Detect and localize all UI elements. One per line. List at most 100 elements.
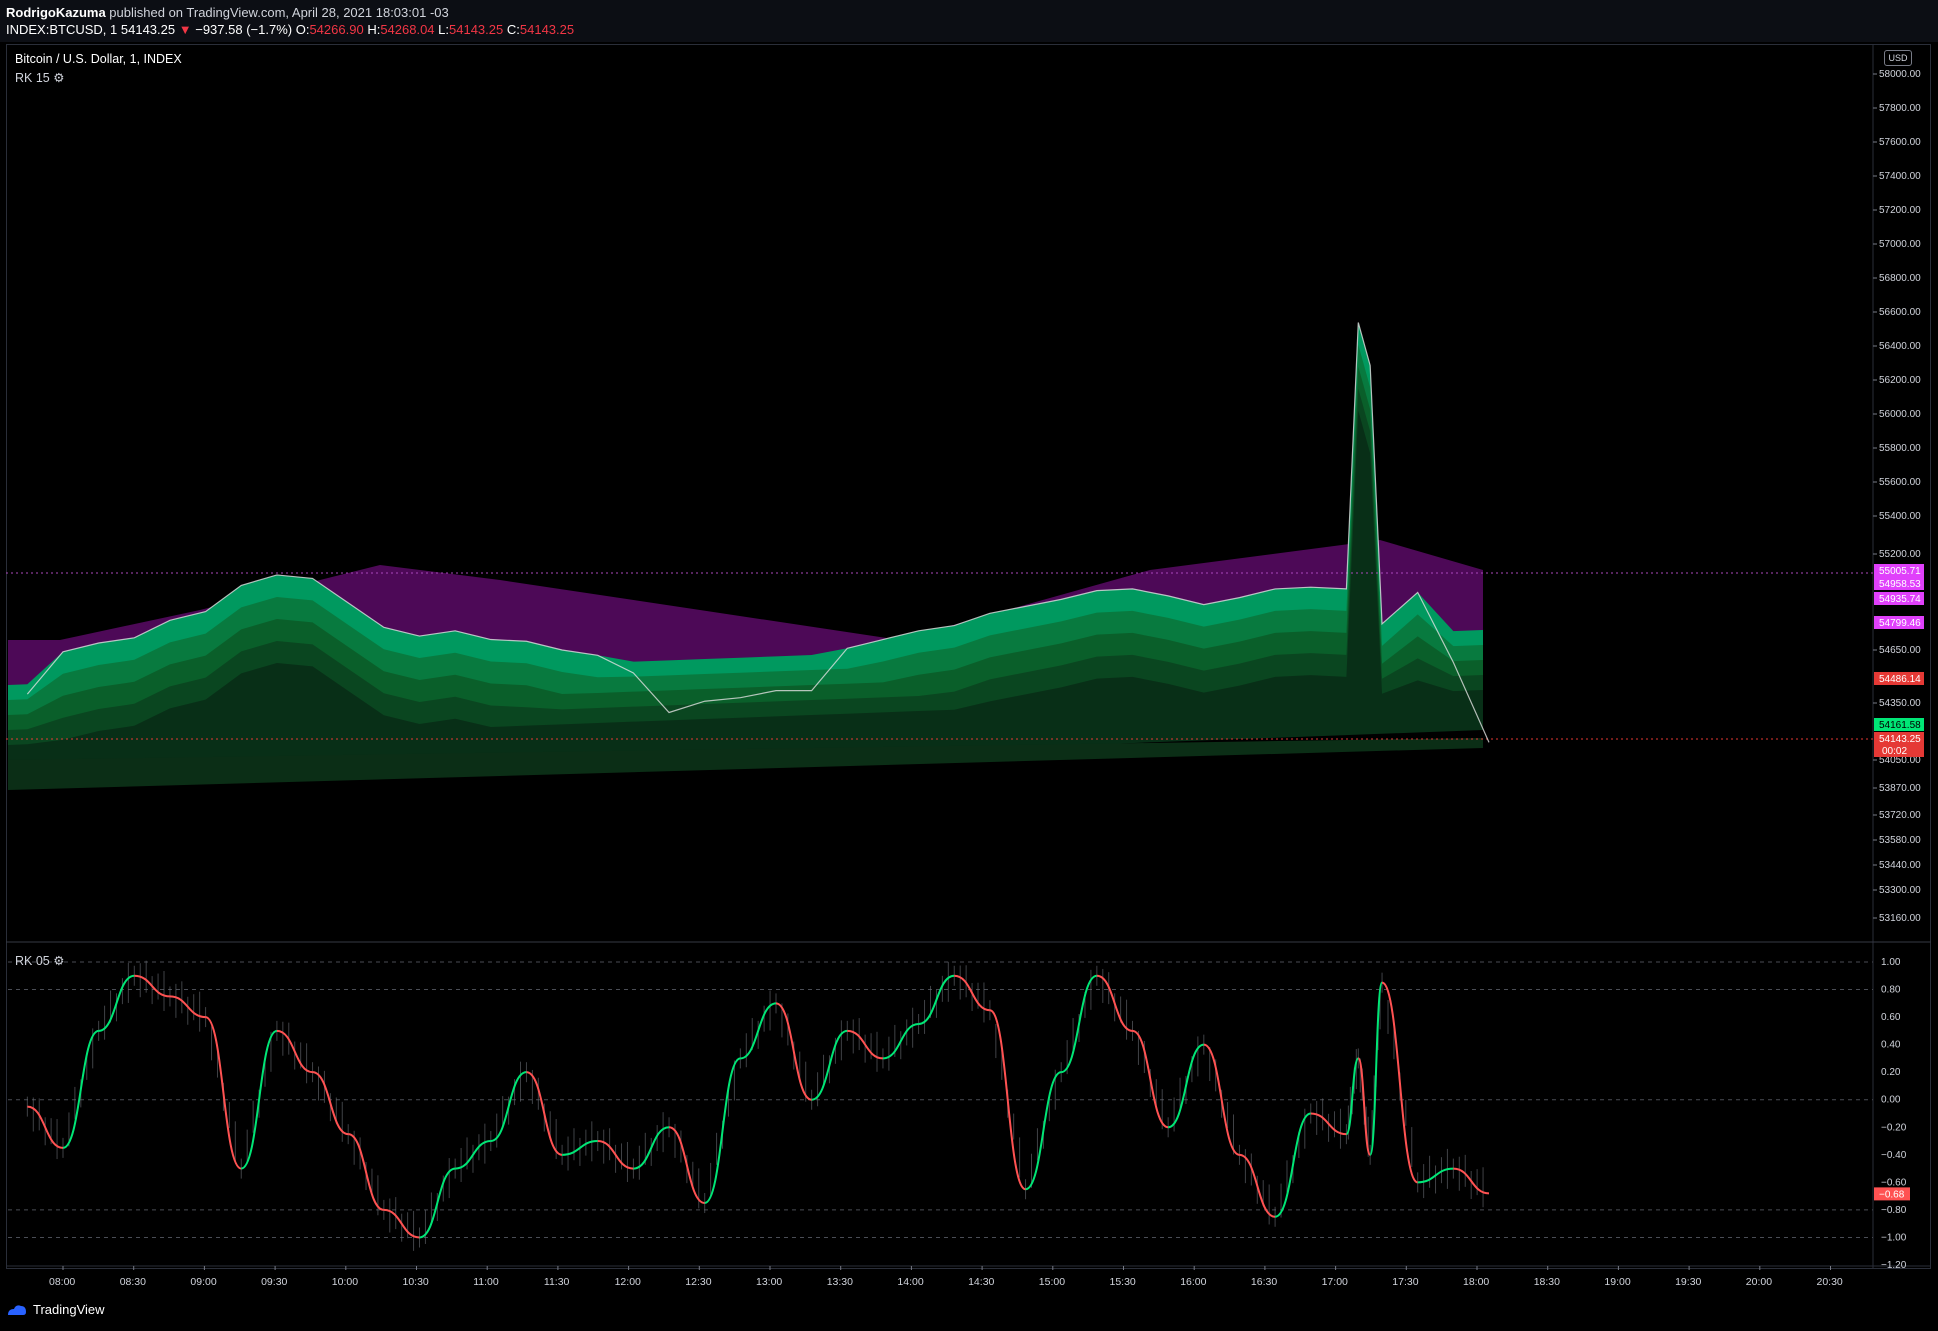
time-tick-label: 13:00 xyxy=(756,1276,782,1288)
time-tick-label: 14:00 xyxy=(897,1276,923,1288)
time-tick-label: 17:30 xyxy=(1392,1276,1418,1288)
osc-tick-label: 0.60 xyxy=(1881,1012,1901,1023)
osc-segment xyxy=(811,1029,848,1101)
price-tick-label: 55400.00 xyxy=(1879,511,1921,522)
oscillator-axis[interactable]: 1.000.800.600.400.200.00−0.20−0.40−0.60−… xyxy=(1874,957,1910,1271)
price-tick-label: 56800.00 xyxy=(1879,273,1921,284)
time-tick-label: 15:30 xyxy=(1110,1276,1136,1288)
time-tick-label: 20:00 xyxy=(1746,1276,1772,1288)
osc-value-label: −0.68 xyxy=(1879,1189,1905,1200)
settings-icon[interactable]: ⚙ xyxy=(53,71,64,85)
price-tick-label: 54350.00 xyxy=(1879,698,1921,709)
osc-segment xyxy=(668,1126,706,1205)
time-tick-label: 13:30 xyxy=(827,1276,853,1288)
price-tick-label: 56000.00 xyxy=(1879,409,1921,420)
osc-segment xyxy=(1060,974,1098,1074)
price-label-text: 54799.46 xyxy=(1879,618,1921,629)
price-tick-label: 56400.00 xyxy=(1879,341,1921,352)
time-tick-label: 14:30 xyxy=(968,1276,994,1288)
price-axis-labels: 55005.71 54958.53 54935.74 54799.46 54486.14… xyxy=(1874,564,1924,757)
chart-title[interactable]: Bitcoin / U.S. Dollar, 1, INDEX xyxy=(15,52,182,66)
time-tick-label: 20:30 xyxy=(1817,1276,1843,1288)
price-label-text: 55005.71 xyxy=(1879,566,1921,577)
time-tick-label: 17:00 xyxy=(1322,1276,1348,1288)
time-tick-label: 08:30 xyxy=(120,1276,146,1288)
osc-segment xyxy=(775,1002,813,1101)
price-tick-label: 55800.00 xyxy=(1879,443,1921,454)
osc-segment xyxy=(490,1071,527,1143)
indicator-rk15-legend[interactable]: RK 15 ⚙ xyxy=(15,70,64,85)
price-tick-label: 57000.00 xyxy=(1879,239,1921,250)
time-tick-label: 09:00 xyxy=(190,1276,216,1288)
price-label-text: 54935.74 xyxy=(1879,594,1921,605)
osc-segment xyxy=(205,1016,242,1170)
price-tick-label: 53720.00 xyxy=(1879,810,1921,821)
osc-segment xyxy=(98,974,135,1032)
price-tick-label: 57600.00 xyxy=(1879,137,1921,148)
osc-segment xyxy=(347,1133,385,1211)
price-tick-label: 53580.00 xyxy=(1879,835,1921,846)
price-axis[interactable]: 58000.00 57800.00 57600.00 57400.00 57200.00… xyxy=(1873,69,1921,924)
osc-tick-label: −0.40 xyxy=(1881,1150,1907,1161)
indicator-rk05-label: RK 05 xyxy=(15,954,50,968)
osc-tick-label: 0.00 xyxy=(1881,1095,1901,1106)
osc-segment xyxy=(1239,1153,1276,1218)
osc-tick-label: 1.00 xyxy=(1881,957,1901,968)
price-label-text: 54958.53 xyxy=(1879,579,1921,590)
osc-segment xyxy=(312,1071,349,1136)
osc-segment xyxy=(62,1029,100,1149)
price-tick-label: 57200.00 xyxy=(1879,205,1921,216)
time-tick-label: 16:30 xyxy=(1251,1276,1277,1288)
tradingview-logo[interactable]: TradingView xyxy=(6,1302,105,1317)
price-label-text: 54143.25 xyxy=(1879,734,1921,745)
osc-tick-label: 0.40 xyxy=(1881,1040,1901,1051)
osc-segment xyxy=(526,1071,563,1156)
chart-canvas[interactable]: 58000.00 57800.00 57600.00 57400.00 57200.00… xyxy=(0,0,1938,1331)
price-tick-label: 58000.00 xyxy=(1879,69,1921,80)
osc-segment xyxy=(1025,1071,1062,1191)
time-tick-label: 12:00 xyxy=(615,1276,641,1288)
time-tick-label: 16:00 xyxy=(1180,1276,1206,1288)
time-tick-label: 18:30 xyxy=(1534,1276,1560,1288)
time-tick-label: 10:30 xyxy=(403,1276,429,1288)
osc-tick-label: 0.20 xyxy=(1881,1067,1901,1078)
osc-segment xyxy=(1132,1029,1169,1129)
price-label-text: 54486.14 xyxy=(1879,674,1921,685)
time-axis[interactable]: 08:00 08:30 09:00 09:30 10:00 10:30 11:00 11:30… xyxy=(49,1266,1843,1288)
indicator-rk05-legend[interactable]: RK 05 ⚙ xyxy=(15,953,64,968)
osc-tick-label: −1.20 xyxy=(1881,1260,1907,1271)
time-tick-label: 10:00 xyxy=(332,1276,358,1288)
osc-tick-label: −1.00 xyxy=(1881,1232,1907,1243)
price-label-text: 54161.58 xyxy=(1879,720,1921,731)
price-tick-label: 53870.00 xyxy=(1879,783,1921,794)
oscillator-line xyxy=(27,974,1490,1239)
price-tick-label: 57400.00 xyxy=(1879,171,1921,182)
osc-segment xyxy=(240,1029,278,1170)
osc-tick-label: −0.60 xyxy=(1881,1177,1907,1188)
price-tick-label: 56600.00 xyxy=(1879,307,1921,318)
currency-badge[interactable]: USD xyxy=(1884,50,1912,66)
time-tick-label: 19:00 xyxy=(1604,1276,1630,1288)
osc-segment xyxy=(740,1002,777,1060)
settings-icon[interactable]: ⚙ xyxy=(53,954,64,968)
cloud-logo-icon xyxy=(8,1304,26,1315)
price-tick-label: 53160.00 xyxy=(1879,913,1921,924)
osc-tick-label: 0.80 xyxy=(1881,985,1901,996)
price-tick-label: 57800.00 xyxy=(1879,103,1921,114)
osc-tick-label: −0.80 xyxy=(1881,1205,1907,1216)
osc-segment xyxy=(419,1167,456,1239)
price-tick-label: 56200.00 xyxy=(1879,375,1921,386)
brand-name: TradingView xyxy=(33,1302,105,1317)
oscillator-levels xyxy=(8,961,1873,1238)
time-tick-label: 15:00 xyxy=(1039,1276,1065,1288)
osc-segment xyxy=(1096,974,1133,1032)
osc-segment xyxy=(1167,1043,1205,1129)
indicator-rk15-label: RK 15 xyxy=(15,71,50,85)
time-tick-label: 09:30 xyxy=(261,1276,287,1288)
price-tick-label: 54650.00 xyxy=(1879,645,1921,656)
osc-tick-label: −0.20 xyxy=(1881,1122,1907,1133)
price-tick-label: 53300.00 xyxy=(1879,885,1921,896)
time-tick-label: 19:30 xyxy=(1675,1276,1701,1288)
osc-segment xyxy=(1274,1112,1312,1218)
price-tick-label: 55600.00 xyxy=(1879,477,1921,488)
